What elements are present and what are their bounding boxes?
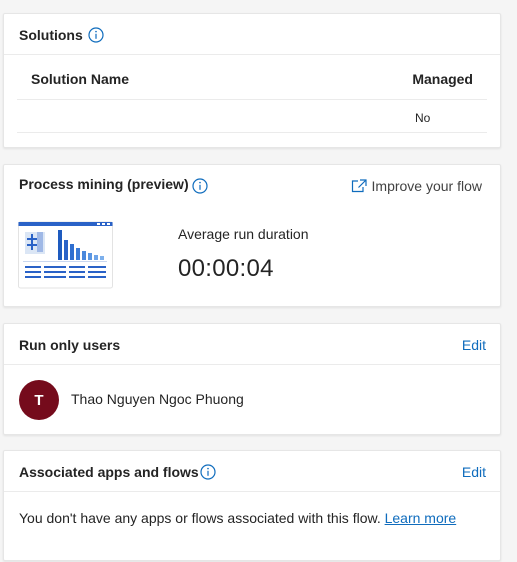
- info-icon[interactable]: [88, 27, 104, 43]
- open-external-icon: [351, 179, 367, 193]
- info-icon[interactable]: [192, 178, 208, 194]
- column-header-solution-name[interactable]: Solution Name: [31, 71, 129, 87]
- empty-state-message: You don't have any apps or flows associa…: [19, 510, 456, 526]
- edit-run-only-users-button[interactable]: Edit: [462, 337, 486, 353]
- solutions-card: Solutions Solution Name Managed No: [3, 13, 501, 148]
- info-icon[interactable]: [200, 464, 216, 480]
- divider: [4, 364, 500, 365]
- improve-flow-button[interactable]: Improve your flow: [351, 178, 482, 194]
- empty-state-text: You don't have any apps or flows associa…: [19, 510, 381, 526]
- table-header-divider: [17, 99, 487, 100]
- solutions-title: Solutions: [19, 27, 83, 43]
- run-only-users-card: Run only users Edit T Thao Nguyen Ngoc P…: [3, 323, 501, 435]
- average-run-duration-label: Average run duration: [178, 226, 309, 242]
- process-mining-illustration: [18, 221, 113, 289]
- user-name: Thao Nguyen Ngoc Phuong: [71, 391, 244, 407]
- column-header-managed[interactable]: Managed: [412, 71, 473, 87]
- process-mining-title: Process mining (preview): [19, 176, 189, 192]
- process-mining-card: Process mining (preview) Improve your fl…: [3, 164, 501, 307]
- learn-more-link[interactable]: Learn more: [385, 510, 457, 526]
- divider: [4, 491, 500, 492]
- divider: [4, 54, 500, 55]
- edit-associated-apps-button[interactable]: Edit: [462, 464, 486, 480]
- run-only-users-title: Run only users: [19, 337, 121, 353]
- associated-apps-title: Associated apps and flows: [19, 464, 199, 480]
- improve-flow-label: Improve your flow: [371, 178, 482, 194]
- avatar: T: [19, 380, 59, 420]
- average-run-duration-value: 00:00:04: [178, 255, 274, 282]
- table-row-divider: [17, 132, 487, 133]
- associated-apps-card: Associated apps and flows Edit You don't…: [3, 450, 501, 561]
- cell-managed: No: [415, 111, 431, 125]
